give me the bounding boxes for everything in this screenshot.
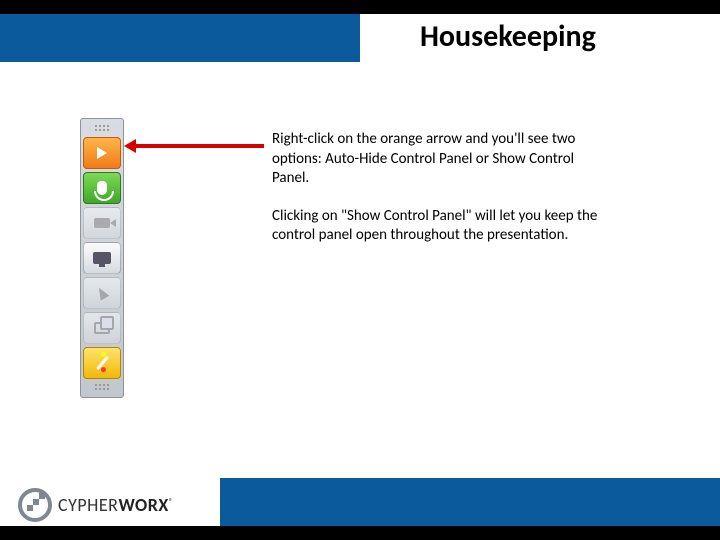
- mic-icon: [97, 181, 107, 195]
- slide-title: Housekeeping: [420, 18, 596, 55]
- gotowebinar-toolbar: [80, 118, 124, 398]
- cypherworx-logo: CYPHERWORX®: [18, 488, 173, 522]
- webcam-button[interactable]: [83, 207, 121, 239]
- paragraph-1: Right-click on the orange arrow and you'…: [272, 130, 602, 189]
- pen-icon: [96, 356, 109, 370]
- pointer-button[interactable]: [83, 277, 121, 309]
- title-bar-blue: [0, 14, 360, 62]
- bottom-stripe: [0, 526, 720, 540]
- expand-arrow-button[interactable]: [83, 137, 121, 169]
- mic-button[interactable]: [83, 172, 121, 204]
- footer-bar-blue: [220, 478, 720, 526]
- drawing-tools-button[interactable]: [83, 347, 121, 379]
- logo-text: CYPHERWORX®: [58, 494, 173, 516]
- annotation-arrow-icon: [134, 144, 264, 148]
- paragraph-2: Clicking on "Show Control Panel" will le…: [272, 207, 602, 246]
- logo-mark-icon: [18, 488, 52, 522]
- share-icon: [94, 322, 110, 334]
- grip-handle-icon: [83, 123, 121, 134]
- pointer-icon: [95, 285, 110, 300]
- camera-icon: [94, 218, 110, 228]
- grip-handle-icon: [83, 382, 121, 393]
- screen-button[interactable]: [83, 242, 121, 274]
- top-stripe: [0, 0, 720, 14]
- monitor-icon: [93, 252, 111, 264]
- instruction-text: Right-click on the orange arrow and you'…: [272, 130, 602, 264]
- share-button[interactable]: [83, 312, 121, 344]
- arrow-right-icon: [97, 147, 107, 159]
